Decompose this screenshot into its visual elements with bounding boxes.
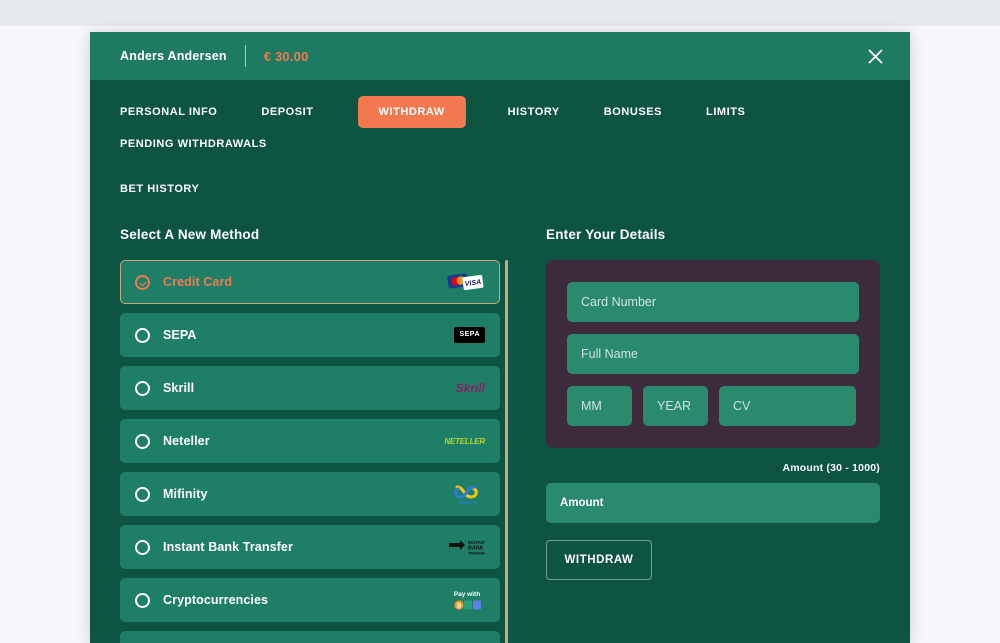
method-label: SEPA [163, 328, 197, 342]
withdraw-submit-button[interactable]: WITHDRAW [546, 540, 652, 580]
svg-text:INSTANT: INSTANT [468, 540, 485, 545]
cv-placeholder: CV [733, 399, 751, 413]
details-column: Enter Your Details Card Number Full Name… [546, 227, 880, 643]
year-placeholder: YEAR [657, 399, 692, 413]
modal-body: Select A New Method Credit Card VISA SEP… [90, 205, 910, 643]
method-label: Skrill [163, 381, 195, 395]
account-modal: Anders Andersen € 30.00 PERSONAL INFO DE… [90, 32, 910, 643]
tab-history[interactable]: HISTORY [508, 96, 560, 128]
close-icon [868, 49, 883, 64]
header-divider [244, 45, 246, 67]
instant-bank-transfer-logo: INSTANT BANK TRANSFER [445, 534, 485, 560]
method-column: Select A New Method Credit Card VISA SEP… [120, 227, 518, 643]
page-root: Anders Andersen € 30.00 PERSONAL INFO DE… [0, 0, 1000, 643]
tab-bonuses[interactable]: BONUSES [604, 96, 662, 128]
card-number-input[interactable]: Card Number [567, 282, 859, 322]
amount-placeholder: Amount [560, 497, 604, 509]
method-item-sepa[interactable]: SEPA SEPA [120, 313, 500, 357]
user-name: Anders Andersen [120, 49, 227, 63]
enter-details-title: Enter Your Details [546, 227, 666, 242]
close-button[interactable] [862, 43, 888, 69]
method-item-credit-card[interactable]: Credit Card VISA [120, 260, 500, 304]
method-item-instant-bank-transfer[interactable]: Instant Bank Transfer INSTANT BANK TRANS… [120, 525, 500, 569]
mifinity-logo: MiFINITY [445, 481, 485, 507]
radio-icon [135, 539, 150, 555]
tabs-second-row: BET HISTORY [120, 173, 880, 205]
radio-icon [135, 592, 150, 608]
card-details-card: Card Number Full Name MM YEAR CV [546, 260, 880, 448]
modal-header: Anders Andersen € 30.00 [90, 32, 910, 80]
sepa-logo-text: SEPA [454, 327, 485, 343]
radio-icon [135, 380, 150, 396]
check-circle-icon [135, 274, 150, 290]
radio-icon [135, 486, 150, 502]
method-item-cryptocurrencies[interactable]: Cryptocurrencies Pay with ₿ [120, 578, 500, 622]
neteller-logo: NETELLER [444, 428, 485, 454]
mm-placeholder: MM [581, 399, 602, 413]
method-label: Credit Card [163, 275, 233, 289]
method-label: Cryptocurrencies [163, 593, 269, 607]
paywith-crypto-logo: Pay with ₿ [445, 587, 485, 613]
svg-text:₿: ₿ [457, 603, 462, 610]
method-label: Neteller [163, 434, 210, 448]
method-item-mifinity[interactable]: Mifinity MiFINITY [120, 472, 500, 516]
svg-text:Pay with: Pay with [454, 591, 480, 598]
tab-withdraw[interactable]: WITHDRAW [357, 96, 466, 128]
radio-icon [135, 433, 150, 449]
full-name-input[interactable]: Full Name [567, 334, 859, 374]
neteller-logo-text: NETELLER [444, 436, 485, 446]
expiry-month-input[interactable]: MM [567, 386, 632, 426]
tab-deposit[interactable]: DEPOSIT [261, 96, 313, 128]
tab-bet-history[interactable]: BET HISTORY [120, 173, 880, 205]
expiry-cv-row: MM YEAR CV [567, 386, 859, 426]
tab-pending-withdrawals[interactable]: PENDING WITHDRAWALS [120, 128, 267, 160]
select-method-title: Select A New Method [120, 227, 260, 242]
radio-icon [135, 327, 150, 343]
method-label: Instant Bank Transfer [163, 540, 293, 554]
method-list: Credit Card VISA SEPA SEPA Skrill Skrill… [120, 260, 518, 643]
amount-range-label: Amount (30 - 1000) [782, 462, 880, 474]
skrill-logo: Skrill [445, 375, 485, 401]
skrill-logo-text: Skrill [455, 381, 485, 395]
tab-limits[interactable]: LIMITS [706, 96, 745, 128]
method-list-scroll: Credit Card VISA SEPA SEPA Skrill Skrill… [120, 260, 500, 643]
full-name-placeholder: Full Name [581, 347, 638, 361]
method-item-neteller[interactable]: Neteller NETELLER [120, 419, 500, 463]
card-number-placeholder: Card Number [581, 295, 657, 309]
method-list-scrollbar-thumb[interactable] [505, 260, 508, 643]
method-item-coinspaid[interactable]: CoinsPaid CoinsPaid [120, 631, 500, 643]
method-label: Mifinity [163, 487, 208, 501]
method-item-skrill[interactable]: Skrill Skrill [120, 366, 500, 410]
balance-amount: € 30.00 [263, 48, 309, 64]
account-tabs: PERSONAL INFO DEPOSIT WITHDRAW HISTORY B… [90, 80, 910, 205]
browser-top-strip [0, 0, 1000, 26]
svg-text:MiFINITY: MiFINITY [459, 500, 478, 505]
mastercard-visa-logo: VISA [445, 269, 485, 295]
tab-personal-info[interactable]: PERSONAL INFO [120, 96, 217, 128]
expiry-year-input[interactable]: YEAR [643, 386, 708, 426]
sepa-logo: SEPA [445, 322, 485, 348]
svg-text:TRANSFER: TRANSFER [468, 551, 485, 556]
cv-input[interactable]: CV [719, 386, 856, 426]
amount-input[interactable]: Amount [546, 483, 880, 523]
